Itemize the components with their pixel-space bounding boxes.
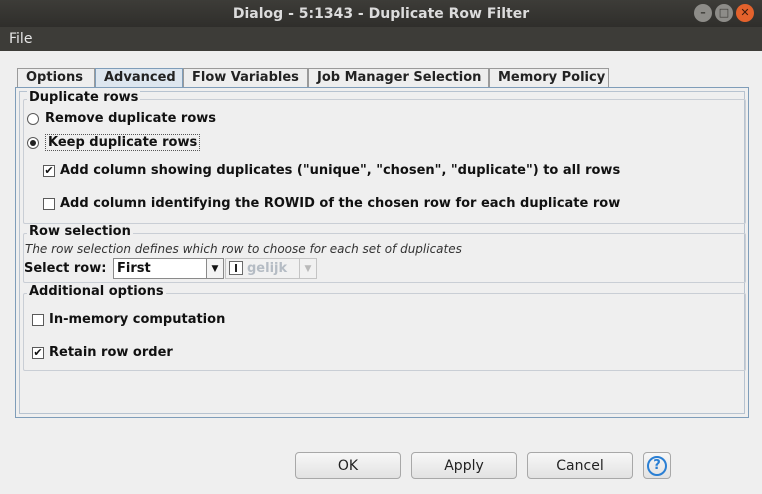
remove-duplicates-label: Remove duplicate rows	[45, 111, 217, 126]
menu-file[interactable]: File	[9, 31, 32, 47]
column-value: gelijk	[247, 261, 288, 276]
remove-duplicates-radio[interactable]: Remove duplicate rows	[27, 111, 216, 126]
help-icon: ?	[647, 455, 667, 476]
checkbox-icon[interactable]	[32, 313, 44, 326]
add-rowid-label: Add column identifying the ROWID of the …	[60, 196, 621, 211]
tab-flow-variables[interactable]: Flow Variables	[183, 68, 308, 88]
keep-duplicates-label: Keep duplicate rows	[45, 134, 201, 151]
row-selection-description: The row selection defines which row to c…	[25, 242, 462, 256]
row-selection-legend: Row selection	[27, 224, 133, 239]
checkmark-icon[interactable]: ✔	[32, 346, 44, 359]
tab-memory-policy[interactable]: Memory Policy	[489, 68, 609, 88]
tab-advanced[interactable]: Advanced	[95, 68, 183, 88]
checkmark-icon[interactable]: ✔	[43, 164, 55, 177]
title-bar: Dialog - 5:1343 - Duplicate Row Filter –…	[0, 0, 762, 27]
select-row-label: Select row:	[24, 261, 107, 276]
close-icon[interactable]: ✕	[736, 4, 754, 22]
radio-icon[interactable]	[27, 112, 39, 125]
keep-duplicates-radio[interactable]: Keep duplicate rows	[27, 134, 201, 151]
advanced-panel: Duplicate rows Remove duplicate rows Kee…	[15, 87, 749, 418]
add-column-checkbox[interactable]: ✔ Add column showing duplicates ("unique…	[43, 163, 620, 178]
add-column-label: Add column showing duplicates ("unique",…	[60, 163, 621, 178]
cancel-button[interactable]: Cancel	[527, 452, 633, 479]
window-title: Dialog - 5:1343 - Duplicate Row Filter	[232, 5, 530, 22]
retain-order-label: Retain row order	[49, 345, 173, 360]
menu-bar: File	[0, 27, 762, 51]
radio-selected-icon[interactable]	[27, 136, 39, 149]
help-button[interactable]: ?	[643, 452, 671, 479]
chevron-down-icon-disabled: ▼	[299, 259, 316, 278]
retain-order-checkbox[interactable]: ✔ Retain row order	[32, 345, 173, 360]
chevron-down-icon[interactable]: ▼	[206, 259, 223, 278]
duplicate-rows-legend: Duplicate rows	[27, 90, 141, 105]
minimize-icon[interactable]: –	[694, 4, 712, 22]
column-dropdown: gelijk ▼	[225, 258, 317, 279]
ok-button[interactable]: OK	[295, 452, 401, 479]
window-controls: – □ ✕	[694, 4, 754, 22]
select-row-value: First	[117, 261, 151, 276]
column-type-icon	[229, 261, 243, 275]
tab-job-manager-selection[interactable]: Job Manager Selection	[308, 68, 489, 88]
additional-options-legend: Additional options	[27, 284, 166, 299]
in-memory-checkbox[interactable]: In-memory computation	[32, 312, 225, 327]
checkbox-icon[interactable]	[43, 197, 55, 210]
in-memory-label: In-memory computation	[49, 312, 226, 327]
select-row-dropdown[interactable]: First ▼	[113, 258, 224, 279]
maximize-icon[interactable]: □	[715, 4, 733, 22]
apply-button[interactable]: Apply	[411, 452, 517, 479]
add-rowid-checkbox[interactable]: Add column identifying the ROWID of the …	[43, 196, 620, 211]
tab-options[interactable]: Options	[17, 68, 95, 88]
